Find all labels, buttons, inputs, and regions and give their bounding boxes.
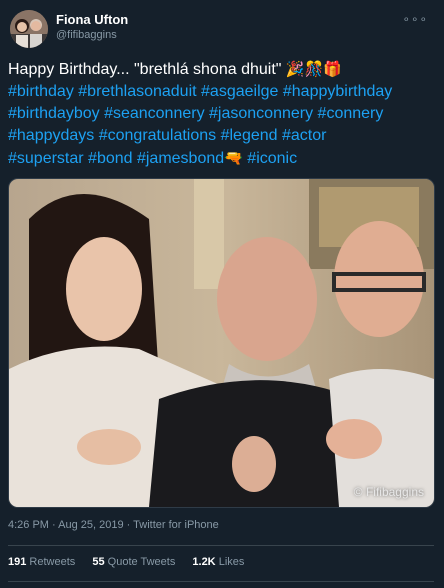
tweet-photo[interactable]: © Fifibaggins <box>8 178 435 508</box>
quote-tweets-stat[interactable]: 55 Quote Tweets <box>92 556 175 568</box>
tweet-header: Fiona Ufton @fifibaggins ∘∘∘ <box>10 10 434 50</box>
hashtag-line: #superstar #bond #jamesbond🔫 #iconic <box>8 147 438 170</box>
author-block: Fiona Ufton @fifibaggins <box>56 12 128 43</box>
display-name[interactable]: Fiona Ufton <box>56 12 128 28</box>
tweet-stats: 191 Retweets 55 Quote Tweets 1.2K Likes <box>8 556 258 568</box>
avatar[interactable] <box>10 10 48 48</box>
quote-tweets-label: Quote Tweets <box>104 556 176 568</box>
tweet-meta: 4:26 PM · Aug 25, 2019 · Twitter for iPh… <box>8 519 219 531</box>
retweets-count: 191 <box>8 556 27 568</box>
meta-separator: · <box>123 519 134 531</box>
hashtag-line[interactable]: #birthday #brethlasonaduit #asgaeilge #h… <box>8 81 438 103</box>
meta-separator: · <box>48 519 59 531</box>
hashtag-group[interactable]: #superstar #bond #jamesbond <box>8 150 224 167</box>
gun-emoji: 🔫 <box>224 149 243 167</box>
divider <box>8 581 434 582</box>
tweet-text: Happy Birthday... "brethlá shona dhuit" … <box>8 58 438 170</box>
tweet-date[interactable]: Aug 25, 2019 <box>58 519 123 531</box>
divider <box>8 545 434 546</box>
tweet-line-text: Happy Birthday... "brethlá shona dhuit" <box>8 61 286 78</box>
party-emoji: 🎉🎊🎁 <box>285 60 342 78</box>
hashtag-line[interactable]: #birthdayboy #seanconnery #jasonconnery … <box>8 103 438 125</box>
likes-count: 1.2K <box>192 556 216 568</box>
likes-label: Likes <box>215 556 245 568</box>
hashtag-line[interactable]: #happydays #congratulations #legend #act… <box>8 125 438 147</box>
avatar-image <box>10 10 48 48</box>
tweet-line: Happy Birthday... "brethlá shona dhuit" … <box>8 58 438 81</box>
tweet-time[interactable]: 4:26 PM <box>8 519 49 531</box>
ellipsis-icon[interactable]: ∘∘∘ <box>402 12 428 26</box>
retweets-label: Retweets <box>26 556 76 568</box>
photo-watermark: © Fifibaggins <box>353 485 424 499</box>
tweet-source[interactable]: Twitter for iPhone <box>133 519 219 531</box>
photo-image <box>9 179 434 507</box>
likes-stat[interactable]: 1.2K Likes <box>192 556 244 568</box>
retweets-stat[interactable]: 191 Retweets <box>8 556 75 568</box>
hashtag-iconic[interactable]: #iconic <box>243 150 297 167</box>
user-handle[interactable]: @fifibaggins <box>56 28 128 43</box>
quote-tweets-count: 55 <box>92 556 105 568</box>
tweet: Fiona Ufton @fifibaggins ∘∘∘ Happy Birth… <box>0 0 444 588</box>
